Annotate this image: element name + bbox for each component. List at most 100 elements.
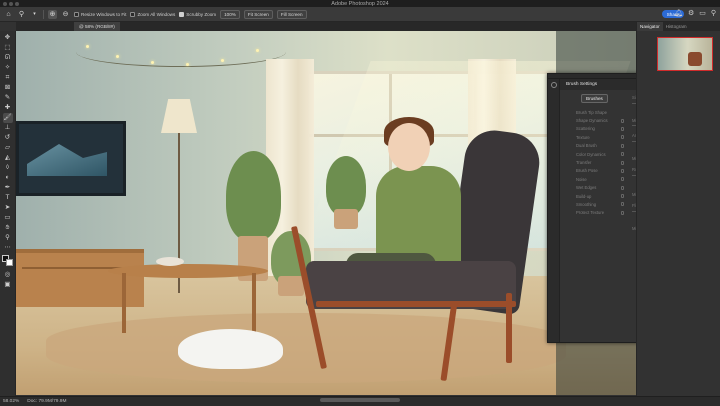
zoom-in-icon[interactable]: ⊕ (48, 9, 57, 19)
eyedropper-tool-icon[interactable]: ✎ (3, 93, 13, 103)
lock-icon[interactable] (621, 185, 624, 190)
horizontal-scrollbar[interactable] (320, 398, 400, 402)
more-tools-icon[interactable]: ⋯ (3, 243, 13, 253)
option-protect-texture[interactable]: Protect Texture (576, 209, 624, 217)
option-dual-brush[interactable]: Dual Brush (576, 142, 624, 150)
option-label: Shape Dynamics (576, 118, 608, 124)
background-color-swatch[interactable] (5, 259, 13, 266)
option-transfer[interactable]: Transfer (576, 158, 624, 166)
lock-icon[interactable] (621, 194, 624, 199)
lock-icon[interactable] (621, 126, 624, 131)
pen-tool-icon[interactable]: ✒ (3, 183, 13, 193)
option-smoothing[interactable]: Smoothing (576, 200, 624, 208)
zoom-all-label: Zoom All Windows (137, 11, 176, 17)
document-tab[interactable]: @ 58% (RGB/8#) (74, 22, 120, 31)
photoshop-window: Adobe Photoshop 2024 ⌂ ⚲ ▾ ⊕ ⊖ Resize Wi… (0, 0, 720, 406)
zoom-100-button[interactable]: 100% (220, 9, 240, 19)
option-wet-edges[interactable]: Wet Edges (576, 184, 624, 192)
option-label: Dual Brush (576, 143, 597, 149)
gear-icon[interactable]: ⚙ (688, 10, 694, 18)
painting-table-leg (252, 273, 256, 333)
lock-icon[interactable] (621, 160, 624, 165)
zoom-out-icon[interactable]: ⊖ (61, 10, 70, 19)
lock-icon[interactable] (621, 202, 624, 207)
color-swatches[interactable] (1, 255, 14, 267)
crop-tool-icon[interactable]: ⌗ (3, 73, 13, 83)
option-label: Scattering (576, 126, 595, 132)
lock-icon[interactable] (621, 177, 624, 182)
history-brush-tool-icon[interactable]: ↺ (3, 133, 13, 143)
minimize-window-icon[interactable] (9, 1, 13, 6)
frame-tool-icon[interactable]: ⊠ (3, 83, 13, 93)
document-size-info[interactable]: Doc: 79.9M/79.9M (27, 399, 66, 404)
light-bulb (256, 49, 259, 52)
lock-icon[interactable] (621, 118, 624, 123)
zoom-window-icon[interactable] (15, 1, 19, 6)
option-label: Texture (576, 134, 590, 140)
screen-mode-icon[interactable]: ▣ (3, 280, 13, 290)
brush-options-list: Brush Tip Shape Shape Dynamics Scatterin… (576, 108, 624, 217)
lock-icon[interactable] (621, 135, 624, 140)
option-scattering[interactable]: Scattering (576, 125, 624, 133)
option-noise[interactable]: Noise (576, 175, 624, 183)
option-build-up[interactable]: Build-up (576, 192, 624, 200)
lock-icon[interactable] (621, 152, 624, 157)
brush-settings-title[interactable]: Brush Settings (566, 82, 597, 87)
zoom-tool-icon[interactable]: ⚲ (17, 10, 26, 19)
tab-navigator[interactable]: Navigator (637, 22, 663, 31)
scrubby-zoom-checkbox[interactable]: Scrubby Zoom (179, 11, 216, 17)
navigator-thumbnail[interactable] (657, 37, 713, 71)
brush-settings-panel-icon[interactable] (550, 82, 557, 88)
option-label: Color Dynamics (576, 151, 606, 157)
rectangle-tool-icon[interactable]: ▭ (3, 213, 13, 223)
option-shape-dynamics[interactable]: Shape Dynamics (576, 116, 624, 124)
window-controls (3, 1, 19, 6)
options-bar: ⌂ ⚲ ▾ ⊕ ⊖ Resize Windows to Fit Zoom All… (0, 7, 720, 22)
search-icon[interactable]: ⚲ (711, 10, 716, 18)
fit-screen-button[interactable]: Fit Screen (243, 9, 273, 19)
home-icon[interactable]: ⌂ (4, 10, 13, 19)
zoom-level-field[interactable]: 58.02% (3, 399, 19, 404)
brushes-button[interactable]: Brushes (581, 94, 608, 103)
bell-icon[interactable]: 🔔︎ (674, 10, 683, 18)
fill-screen-button[interactable]: Fill Screen (276, 9, 307, 19)
option-brush-tip-shape[interactable]: Brush Tip Shape (576, 108, 624, 116)
hand-tool-icon[interactable]: ✋︎ (3, 223, 13, 233)
lock-icon[interactable] (621, 168, 624, 173)
checkbox-box (130, 11, 136, 17)
zoom-tool-icon[interactable]: ⚲ (3, 233, 13, 243)
separator (43, 9, 44, 19)
dodge-tool-icon[interactable]: ◐ (3, 173, 13, 183)
blur-tool-icon[interactable]: ◊ (3, 163, 13, 173)
painting-plant (226, 151, 281, 241)
options-right-icons: 🔔︎ ⚙ ▭ ⚲ (674, 10, 716, 18)
painting-sleeping-cat (178, 329, 283, 369)
light-bulb (116, 55, 119, 58)
document-canvas[interactable] (16, 31, 636, 395)
marquee-tool-icon[interactable]: ⬚ (3, 43, 13, 53)
option-brush-pose[interactable]: Brush Pose (576, 167, 624, 175)
path-selection-tool-icon[interactable]: ➤ (3, 203, 13, 213)
move-tool-icon[interactable]: ✥ (3, 33, 13, 43)
painting-bowl (156, 257, 184, 266)
clone-stamp-tool-icon[interactable]: ⊥ (3, 123, 13, 133)
eraser-tool-icon[interactable]: ▱ (3, 143, 13, 153)
type-tool-icon[interactable]: T (3, 193, 13, 203)
lasso-tool-icon[interactable]: ᘏ (3, 53, 13, 63)
zoom-all-windows-checkbox[interactable]: Zoom All Windows (130, 11, 176, 17)
quick-mask-icon[interactable]: ◎ (3, 270, 13, 280)
workspace-icon[interactable]: ▭ (699, 10, 706, 18)
resize-windows-checkbox[interactable]: Resize Windows to Fit (74, 11, 126, 17)
paint-bucket-tool-icon[interactable]: ◭ (3, 153, 13, 163)
option-color-dynamics[interactable]: Color Dynamics (576, 150, 624, 158)
lock-icon[interactable] (621, 143, 624, 148)
magic-wand-tool-icon[interactable]: ✧ (3, 63, 13, 73)
app-title: Adobe Photoshop 2024 (331, 0, 389, 7)
healing-brush-tool-icon[interactable]: ✚ (3, 103, 13, 113)
lock-icon[interactable] (621, 210, 624, 215)
brush-tool-icon[interactable]: 🖌︎ (2, 113, 13, 123)
close-window-icon[interactable] (3, 1, 7, 6)
tab-histogram[interactable]: Histogram (663, 22, 690, 31)
option-texture[interactable]: Texture (576, 133, 624, 141)
chevron-down-icon[interactable]: ▾ (30, 10, 39, 19)
